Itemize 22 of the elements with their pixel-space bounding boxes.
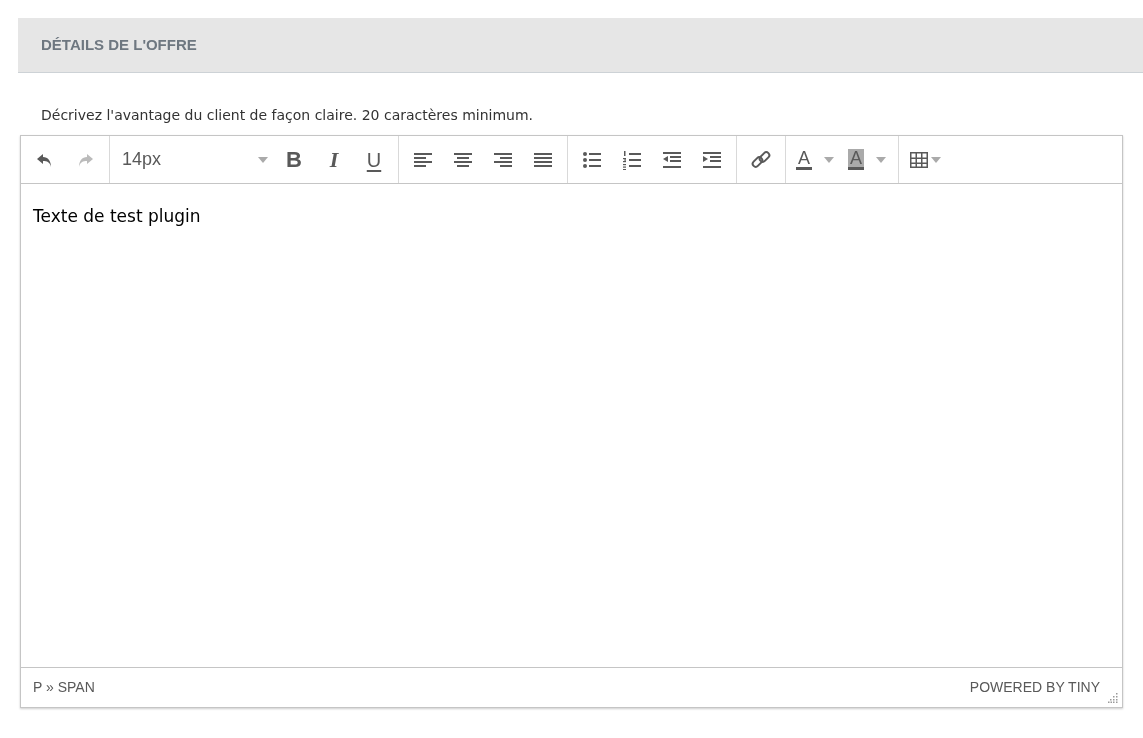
caret-icon: [876, 156, 887, 163]
italic-button[interactable]: I: [314, 142, 354, 177]
table-icon: [909, 149, 930, 170]
outdent-icon: [662, 149, 682, 170]
numbered-list-icon: [622, 149, 642, 170]
text-color-button[interactable]: A: [790, 142, 842, 177]
resize-handle-icon[interactable]: [1108, 693, 1118, 703]
underline-button[interactable]: U: [354, 142, 394, 177]
link-icon: [750, 148, 772, 171]
bullet-list-icon: [582, 149, 602, 170]
caret-icon: [931, 156, 942, 163]
caret-icon: [824, 156, 834, 163]
bold-button[interactable]: B: [274, 142, 314, 177]
panel-title: DÉTAILS DE L'OFFRE: [41, 34, 197, 55]
caret-icon: [258, 156, 268, 163]
element-path[interactable]: P » SPAN: [33, 677, 95, 698]
editor-content-area[interactable]: Texte de test plugin: [21, 184, 1122, 667]
indent-icon: [702, 149, 722, 170]
editor-text: Texte de test plugin: [33, 206, 201, 226]
font-size-dropdown[interactable]: 14px: [114, 142, 274, 177]
hint-text: Décrivez l'avantage du client de façon claire. 20 caractères minimum.: [41, 106, 535, 125]
branding-link[interactable]: POWERED BY TINY: [969, 677, 1100, 698]
